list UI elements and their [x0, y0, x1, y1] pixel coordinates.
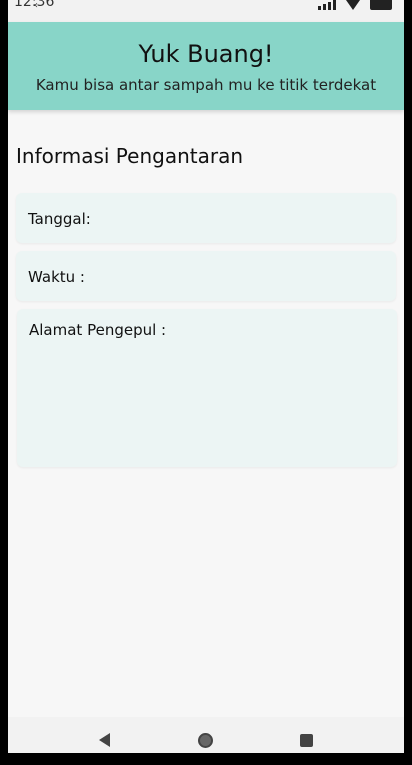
back-arrow-icon[interactable]: ‹ — [34, 0, 38, 11]
app-header: Yuk Buang! Kamu bisa antar sampah mu ke … — [8, 22, 404, 110]
home-icon[interactable] — [198, 733, 213, 748]
alamat-card[interactable]: Alamat Pengepul : — [17, 309, 397, 467]
recents-icon[interactable] — [300, 734, 313, 747]
signal-icon — [318, 0, 336, 10]
battery-icon — [370, 0, 392, 10]
waktu-card[interactable]: Waktu : — [16, 251, 396, 301]
tanggal-card[interactable]: Tanggal: — [16, 193, 396, 243]
header-subtitle: Kamu bisa antar sampah mu ke titik terde… — [35, 76, 377, 94]
status-icons — [318, 0, 392, 10]
status-bar: 12:36 ‹ — [8, 0, 404, 22]
tanggal-label: Tanggal: — [28, 210, 91, 228]
wifi-icon — [346, 0, 360, 10]
system-nav-bar — [8, 717, 404, 753]
section-title: Informasi Pengantaran — [16, 144, 244, 168]
back-icon[interactable] — [99, 733, 110, 747]
alamat-label: Alamat Pengepul : — [29, 321, 167, 339]
waktu-label: Waktu : — [28, 268, 85, 286]
phone-screen: 12:36 ‹ Yuk Buang! Kamu bisa antar sampa… — [8, 0, 404, 753]
header-title: Yuk Buang! — [138, 40, 274, 68]
